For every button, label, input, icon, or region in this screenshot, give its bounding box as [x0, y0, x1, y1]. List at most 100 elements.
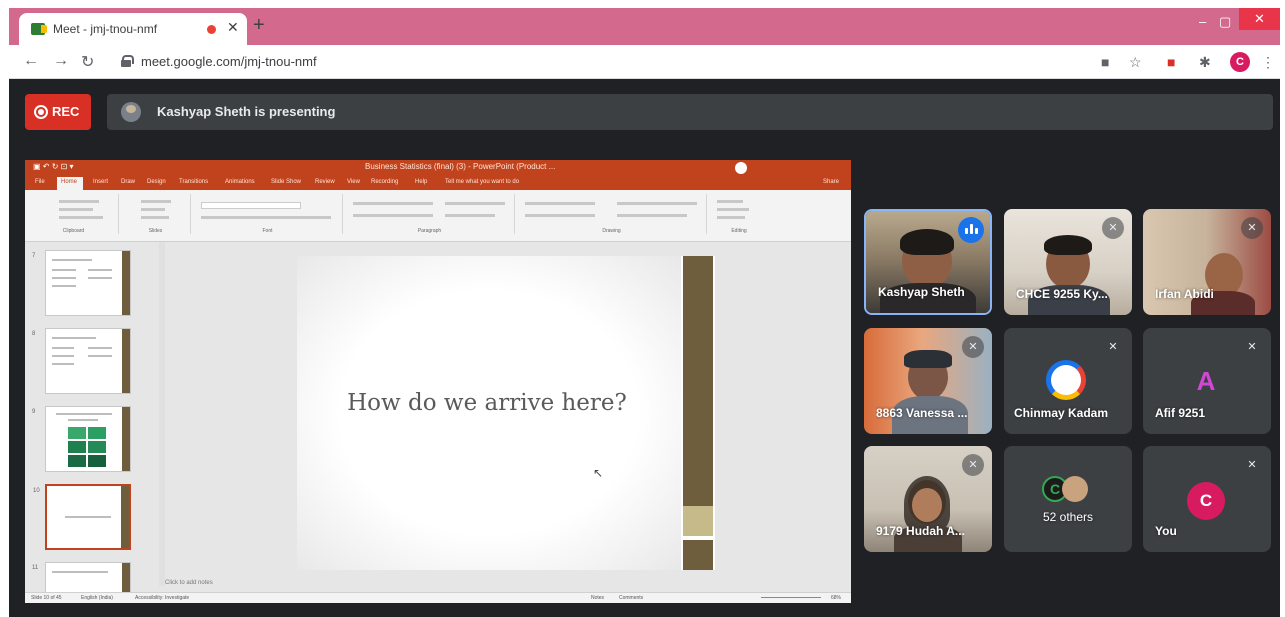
- slide-canvas: How do we arrive here? ↖: [297, 256, 715, 570]
- ribbon-tab: Animations: [225, 179, 255, 185]
- tab-title: Meet - jmj-tnou-nmf: [53, 22, 158, 36]
- reload-icon[interactable]: ↻: [81, 52, 94, 72]
- participant-tile[interactable]: ✕ 9179 Hudah A...: [864, 446, 992, 552]
- participant-tile[interactable]: ✕ 8863 Vanessa ...: [864, 328, 992, 434]
- recording-label: REC: [52, 104, 80, 119]
- powerpoint-status-bar: Slide 10 of 45 English (India) Accessibi…: [25, 592, 851, 603]
- slide-thumbnail[interactable]: 7: [32, 250, 131, 316]
- participant-tile-self[interactable]: C ✕ You: [1143, 446, 1271, 552]
- powerpoint-ribbon: Clipboard Slides Font Paragraph Drawing …: [25, 190, 851, 242]
- participant-name: You: [1155, 524, 1177, 538]
- ribbon-group-font: Font: [193, 194, 343, 234]
- ribbon-tab: Design: [147, 179, 166, 185]
- zoom-slider: [761, 597, 821, 598]
- url-text: meet.google.com/jmj-tnou-nmf: [141, 54, 317, 69]
- bookmark-star-icon[interactable]: ☆: [1129, 54, 1142, 71]
- ribbon-group-label: Clipboard: [62, 228, 85, 234]
- slide-thumbnail-pane: 7 8 9 10 11: [25, 242, 153, 603]
- browser-window: Meet - jmj-tnou-nmf ✕ + – ▢ ✕ ← → ↻ meet…: [9, 8, 1280, 617]
- presenting-text: Kashyap Sheth is presenting: [157, 104, 336, 119]
- browser-toolbar: ← → ↻ meet.google.com/jmj-tnou-nmf ■ ☆ ■…: [9, 45, 1280, 79]
- ribbon-tab: Insert: [93, 179, 109, 185]
- record-icon: [34, 105, 48, 119]
- browser-tab[interactable]: Meet - jmj-tnou-nmf ✕: [19, 13, 247, 45]
- slide-number: 11: [32, 565, 39, 571]
- recording-dot-icon: [207, 25, 216, 34]
- status-notes-button: Notes: [591, 595, 605, 601]
- ribbon-tab: View: [347, 179, 360, 185]
- ribbon-tab: Home: [61, 179, 78, 185]
- participant-name: Irfan Abidi: [1155, 287, 1214, 301]
- ribbon-group-label: Drawing: [602, 228, 621, 234]
- speaking-indicator-icon: [958, 217, 984, 243]
- slide-number: 10: [33, 488, 40, 494]
- back-arrow-icon[interactable]: ←: [23, 52, 39, 70]
- status-accessibility: Accessibility: Investigate: [135, 595, 190, 601]
- camera-indicator-icon[interactable]: ■: [1101, 54, 1109, 70]
- slide-number: 9: [32, 409, 36, 415]
- participant-name: 8863 Vanessa ...: [876, 406, 968, 420]
- ribbon-tab: Transitions: [179, 179, 209, 185]
- ribbon-group-paragraph: Paragraph: [345, 194, 515, 234]
- notes-placeholder: Click to add notes: [165, 580, 213, 586]
- quick-access-toolbar: ▣ ↶ ↻ ⊡ ▾: [33, 162, 74, 171]
- participant-tile-others[interactable]: C 52 others: [1004, 446, 1132, 552]
- ribbon-tab: Draw: [121, 179, 136, 185]
- extensions-puzzle-icon[interactable]: ✱: [1199, 54, 1211, 71]
- mouse-cursor-icon: ↖: [593, 466, 604, 480]
- participant-name: CHCE 9255 Ky...: [1016, 287, 1108, 301]
- window-maximize-button[interactable]: ▢: [1219, 14, 1231, 30]
- participant-name: Kashyap Sheth: [878, 285, 965, 299]
- ribbon-group-drawing: Drawing: [517, 194, 707, 234]
- mic-off-icon: ✕: [962, 336, 984, 358]
- ribbon-tab: File: [35, 179, 45, 185]
- lock-icon: [121, 55, 134, 67]
- pdf-extension-icon[interactable]: ■: [1167, 54, 1175, 70]
- ribbon-group-label: Slides: [148, 228, 163, 234]
- ribbon-tab: Recording: [371, 179, 399, 185]
- mic-off-icon: ✕: [1247, 341, 1257, 353]
- participant-name: Afif 9251: [1155, 406, 1206, 420]
- window-minimize-button[interactable]: –: [1199, 14, 1206, 29]
- address-bar[interactable]: meet.google.com/jmj-tnou-nmf: [111, 50, 1151, 74]
- shared-screen: ▣ ↶ ↻ ⊡ ▾ Business Statistics (final) (3…: [25, 160, 851, 603]
- ribbon-group-slides: Slides: [121, 194, 191, 234]
- slide-number: 8: [32, 331, 36, 337]
- profile-avatar[interactable]: C: [1230, 52, 1250, 72]
- tab-strip: Meet - jmj-tnou-nmf ✕ + – ▢ ✕: [9, 8, 1280, 45]
- slide-thumbnail-selected[interactable]: 10: [33, 484, 131, 550]
- participant-name: Chinmay Kadam: [1014, 406, 1109, 420]
- participant-avatar: A: [1196, 366, 1216, 396]
- new-tab-button[interactable]: +: [253, 14, 265, 36]
- participant-tile[interactable]: ✕ Chinmay Kadam: [1004, 328, 1132, 434]
- status-comments-button: Comments: [619, 595, 644, 601]
- ribbon-group-label: Editing: [731, 228, 747, 234]
- ribbon-group-editing: Editing: [709, 194, 769, 234]
- tab-close-button[interactable]: ✕: [227, 19, 239, 36]
- recording-badge: REC: [25, 94, 91, 130]
- ribbon-group-label: Font: [262, 228, 273, 234]
- presenter-avatar: [121, 102, 141, 122]
- participant-tile[interactable]: ✕ CHCE 9255 Ky...: [1004, 209, 1132, 315]
- browser-menu-icon[interactable]: ⋮: [1261, 54, 1275, 71]
- ribbon-share: Share: [823, 179, 840, 185]
- window-close-button[interactable]: ✕: [1239, 8, 1280, 30]
- participant-name: 9179 Hudah A...: [876, 524, 965, 538]
- status-slide-count: Slide 10 of 45: [31, 595, 62, 601]
- slide-title: How do we arrive here?: [347, 390, 627, 416]
- participant-avatar: [1062, 476, 1088, 502]
- ribbon-tab: Help: [415, 179, 428, 185]
- thumbnail-scrollbar: [159, 242, 165, 586]
- self-avatar: C: [1187, 482, 1225, 520]
- slide-thumbnail[interactable]: 9: [32, 406, 131, 472]
- slide-decoration-bar: [683, 256, 713, 506]
- forward-arrow-icon[interactable]: →: [53, 52, 69, 70]
- participant-tile-kashyap-sheth[interactable]: Kashyap Sheth: [864, 209, 992, 315]
- slide-thumbnail[interactable]: 8: [32, 328, 131, 394]
- zoom-level: 68%: [831, 595, 842, 601]
- powerpoint-account-avatar: [735, 162, 747, 174]
- ribbon-group-clipboard: Clipboard: [29, 194, 119, 234]
- participant-tile[interactable]: A ✕ Afif 9251: [1143, 328, 1271, 434]
- presenting-banner: Kashyap Sheth is presenting: [107, 94, 1273, 130]
- participant-tile[interactable]: ✕ Irfan Abidi: [1143, 209, 1271, 315]
